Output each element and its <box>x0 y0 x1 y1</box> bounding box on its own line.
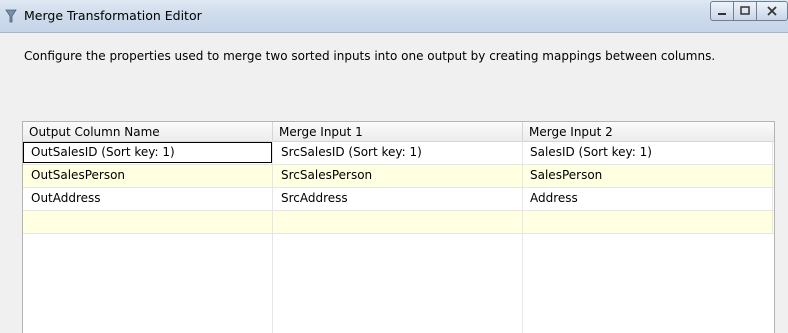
window-title: Merge Transformation Editor <box>24 8 202 23</box>
table-row-empty[interactable] <box>23 211 774 234</box>
cell-input2[interactable]: SalesPerson <box>530 168 602 182</box>
window-controls <box>710 1 788 21</box>
column-header-input2[interactable]: Merge Input 2 <box>529 125 613 139</box>
column-divider <box>772 141 773 233</box>
cell-input1[interactable]: SrcAddress <box>281 191 348 205</box>
cell-output[interactable]: OutAddress <box>31 191 101 205</box>
maximize-icon <box>740 6 750 15</box>
cell-input1[interactable]: SrcSalesPerson <box>281 168 372 182</box>
column-divider <box>272 141 273 333</box>
dialog-body: Configure the properties used to merge t… <box>0 33 788 333</box>
close-icon <box>767 6 777 16</box>
column-divider <box>522 141 523 333</box>
table-row[interactable]: OutAddress SrcAddress Address <box>23 188 774 211</box>
maximize-button[interactable] <box>733 1 757 21</box>
cell-output[interactable]: OutSalesID (Sort key: 1) <box>31 145 175 159</box>
column-separator[interactable] <box>522 122 523 141</box>
close-button[interactable] <box>756 1 788 21</box>
description-text: Configure the properties used to merge t… <box>24 49 716 63</box>
minimize-icon <box>718 13 726 15</box>
cell-input2[interactable]: SalesID (Sort key: 1) <box>530 145 652 159</box>
column-header-output[interactable]: Output Column Name <box>29 125 160 139</box>
cell-output[interactable]: OutSalesPerson <box>31 168 125 182</box>
title-bar: Merge Transformation Editor <box>0 0 788 33</box>
column-header-input1[interactable]: Merge Input 1 <box>279 125 363 139</box>
cell-input2[interactable]: Address <box>530 191 578 205</box>
column-separator[interactable] <box>272 122 273 141</box>
table-row[interactable]: OutSalesPerson SrcSalesPerson SalesPerso… <box>23 165 774 188</box>
mapping-grid: Output Column Name Merge Input 1 Merge I… <box>22 121 775 333</box>
grid-header: Output Column Name Merge Input 1 Merge I… <box>23 122 774 142</box>
minimize-button[interactable] <box>710 1 734 21</box>
cell-input1[interactable]: SrcSalesID (Sort key: 1) <box>281 145 422 159</box>
app-icon <box>3 8 19 24</box>
table-row[interactable]: OutSalesID (Sort key: 1) SrcSalesID (Sor… <box>23 142 774 165</box>
